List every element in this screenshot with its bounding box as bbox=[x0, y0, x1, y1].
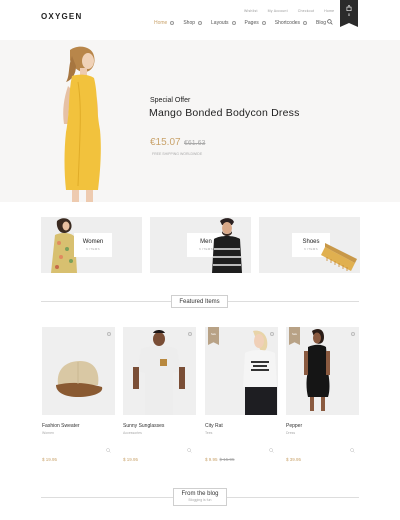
nav-label: Home bbox=[154, 20, 168, 26]
hero-old-price: €61.63 bbox=[184, 140, 206, 147]
top-link-account[interactable]: My Account bbox=[268, 9, 288, 13]
product-image[interactable] bbox=[123, 327, 196, 415]
cap-photo bbox=[56, 361, 103, 397]
product-price-row: $ 39.95 bbox=[286, 448, 359, 462]
product-card[interactable]: Sunny Sunglasses Accessories $ 19.95 bbox=[123, 327, 196, 462]
cart-count: 0 bbox=[347, 12, 351, 17]
product-price-row: $ 19.95 bbox=[42, 448, 115, 462]
blog-subtitle: Blogging is fun bbox=[188, 498, 212, 502]
product-name[interactable]: Pepper bbox=[286, 423, 359, 429]
shipping-note: FREE SHIPPING WORLDWIDE bbox=[152, 152, 203, 156]
nav-label: Shop bbox=[183, 20, 196, 26]
nav-label: Shortcodes bbox=[274, 20, 301, 26]
nav-item-pages[interactable]: Pages bbox=[245, 20, 266, 26]
blog-title: From the blog bbox=[181, 491, 219, 497]
sale-badge-label: Sale bbox=[210, 333, 216, 336]
sale-badge: Sale bbox=[208, 327, 219, 345]
product-price: $ 39.95 bbox=[286, 457, 302, 462]
nav-item-layouts[interactable]: Layouts bbox=[211, 20, 236, 26]
nav-item-blog[interactable]: Blog bbox=[316, 20, 326, 26]
top-link-home[interactable]: Home bbox=[324, 9, 334, 13]
women-model-photo bbox=[51, 218, 77, 273]
model-photo bbox=[63, 46, 101, 202]
hero-banner[interactable]: Special Offer Mango Bonded Bodycon Dress… bbox=[0, 40, 400, 202]
product-image[interactable]: Sale bbox=[205, 327, 278, 415]
men-model-photo bbox=[212, 218, 242, 273]
product-card[interactable]: Sale City Rat Tees $ 9.95 $ 15.95 bbox=[205, 327, 278, 462]
nav-item-shortcodes[interactable]: Shortcodes bbox=[274, 20, 308, 26]
product-old-price: $ 15.95 bbox=[219, 457, 235, 462]
nav-item-shop[interactable]: Shop bbox=[183, 20, 203, 26]
nav-label: Layouts bbox=[211, 20, 229, 26]
product-name[interactable]: City Rat bbox=[205, 423, 278, 429]
chevron-down-icon bbox=[261, 21, 266, 25]
product-price-row: $ 9.95 $ 15.95 bbox=[205, 448, 278, 462]
product-price-row: $ 19.95 bbox=[123, 448, 196, 462]
product-image[interactable]: Sale bbox=[286, 327, 359, 415]
site-logo[interactable]: OXYGEN bbox=[41, 12, 82, 21]
site-header: OXYGEN Wishlist My Account Checkout Home… bbox=[0, 0, 400, 40]
man-tee-photo bbox=[133, 330, 185, 415]
offer-title[interactable]: Mango Bonded Bodycon Dress bbox=[149, 107, 300, 119]
product-category[interactable]: Accessories bbox=[123, 431, 196, 435]
product-category[interactable]: Tees bbox=[205, 431, 278, 435]
category-shoes[interactable]: Shoes 6 ITEMS bbox=[259, 217, 360, 273]
category-name: Women bbox=[82, 239, 104, 245]
top-link-checkout[interactable]: Checkout bbox=[298, 9, 314, 13]
wishlist-icon[interactable] bbox=[351, 332, 355, 336]
product-card[interactable]: Sale Pepper Dress $ 39.95 bbox=[286, 327, 359, 462]
wishlist-icon[interactable] bbox=[188, 332, 192, 336]
category-men[interactable]: Men 6 ITEMS bbox=[150, 217, 251, 273]
featured-title-box: Featured Items bbox=[171, 295, 228, 308]
product-category[interactable]: Dress bbox=[286, 431, 359, 435]
search-icon[interactable] bbox=[187, 448, 192, 453]
product-image[interactable] bbox=[42, 327, 115, 415]
shopping-bag-icon bbox=[346, 5, 352, 11]
product-category[interactable]: Women bbox=[42, 431, 115, 435]
chevron-down-icon bbox=[303, 21, 308, 25]
nav-label: Blog bbox=[316, 20, 327, 26]
wishlist-icon[interactable] bbox=[270, 332, 274, 336]
nav-label: Pages bbox=[244, 20, 259, 26]
chevron-down-icon bbox=[198, 21, 203, 25]
offer-label: Special Offer bbox=[150, 97, 191, 104]
chevron-down-icon bbox=[170, 21, 175, 25]
sale-badge: Sale bbox=[289, 327, 300, 345]
product-name[interactable]: Sunny Sunglasses bbox=[123, 423, 196, 429]
product-price: $ 19.95 bbox=[42, 457, 58, 462]
hero-price: €15.07 bbox=[150, 137, 181, 148]
search-icon[interactable] bbox=[106, 448, 111, 453]
nav-item-home[interactable]: Home bbox=[154, 20, 175, 26]
category-label: Women 6 ITEMS bbox=[74, 233, 112, 257]
wishlist-icon[interactable] bbox=[107, 332, 111, 336]
product-price: $ 9.95 bbox=[205, 457, 218, 462]
sale-badge-label: Sale bbox=[291, 333, 297, 336]
product-price: $ 19.95 bbox=[123, 457, 139, 462]
chevron-down-icon bbox=[231, 21, 236, 25]
search-icon[interactable] bbox=[327, 19, 333, 25]
top-links: Wishlist My Account Checkout Home bbox=[244, 9, 334, 13]
search-icon[interactable] bbox=[350, 448, 355, 453]
main-nav: Home Shop Layouts Pages Shortcodes Blog bbox=[154, 20, 326, 26]
top-link-wishlist[interactable]: Wishlist bbox=[244, 9, 258, 13]
search-icon[interactable] bbox=[269, 448, 274, 453]
product-card[interactable]: Fashion Sweater Women $ 19.95 bbox=[42, 327, 115, 462]
product-name[interactable]: Fashion Sweater bbox=[42, 423, 115, 429]
cart-button[interactable]: 0 bbox=[340, 0, 358, 27]
shoe-brush-photo bbox=[321, 243, 357, 271]
category-women[interactable]: Women 6 ITEMS bbox=[41, 217, 142, 273]
featured-title: Featured Items bbox=[179, 299, 220, 305]
blog-title-box: From the blog Blogging is fun bbox=[173, 488, 227, 506]
category-count: 6 ITEMS bbox=[86, 247, 100, 251]
